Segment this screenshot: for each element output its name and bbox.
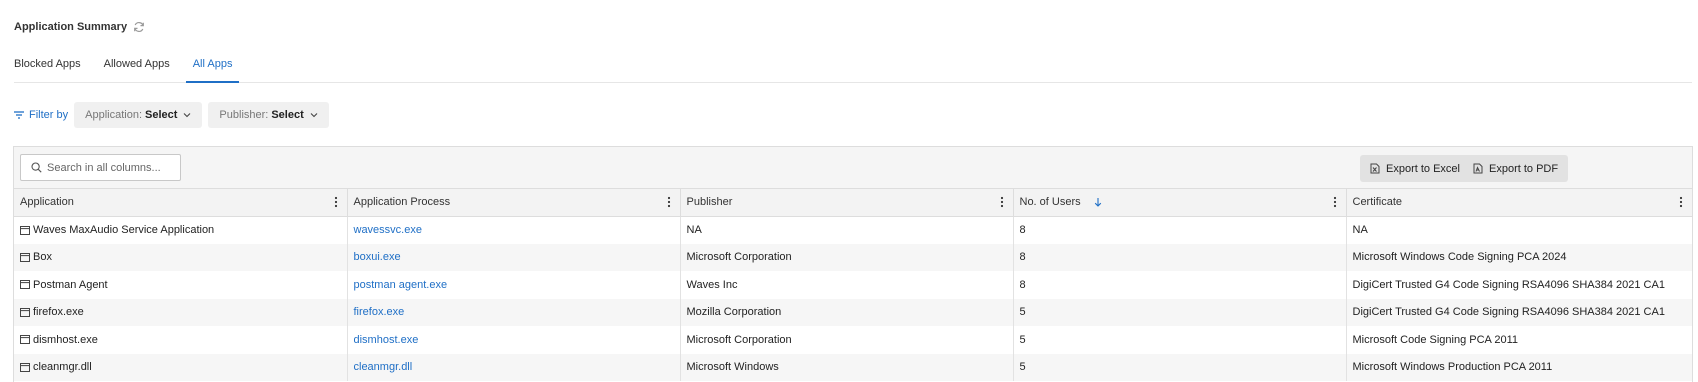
search-box	[20, 154, 181, 181]
filter-by-label: Filter by	[29, 109, 69, 121]
publisher-filter-dropdown[interactable]: Publisher: Select	[208, 102, 329, 128]
table-row[interactable]: Postman Agent postman agent.exe Waves In…	[14, 271, 1692, 299]
certificate-cell: DigiCert Trusted G4 Code Signing RSA4096…	[1352, 306, 1665, 319]
tab-allowed-apps[interactable]: Allowed Apps	[104, 57, 170, 83]
column-label: Application	[20, 196, 74, 209]
export-pdf-label: Export to PDF	[1489, 162, 1559, 175]
table-row[interactable]: firefox.exe firefox.exe Mozilla Corporat…	[14, 298, 1692, 326]
users-count-cell: 8	[1013, 271, 1347, 299]
window-icon	[20, 280, 30, 290]
certificate-cell: Microsoft Windows Production PCA 2011	[1352, 361, 1553, 374]
process-link[interactable]: cleanmgr.dll	[354, 361, 413, 373]
column-header-publisher[interactable]: Publisher	[680, 189, 1014, 217]
column-menu-icon[interactable]	[1330, 196, 1340, 208]
publisher-cell: Microsoft Corporation	[680, 243, 1014, 271]
application-name: Box	[33, 251, 52, 264]
certificate-cell: DigiCert Trusted G4 Code Signing RSA4096…	[1352, 278, 1665, 291]
table-row[interactable]: cleanmgr.dll cleanmgr.dll Microsoft Wind…	[14, 353, 1692, 381]
search-input[interactable]	[47, 161, 172, 174]
column-menu-icon[interactable]	[664, 196, 674, 208]
table-header-row: Application Application Process Publishe…	[14, 189, 1692, 217]
sort-descending-icon[interactable]	[1094, 197, 1102, 208]
tab-all-apps[interactable]: All Apps	[185, 57, 240, 83]
column-header-application-process[interactable]: Application Process	[347, 189, 681, 217]
process-link[interactable]: wavessvc.exe	[354, 224, 422, 236]
pdf-file-icon	[1473, 163, 1483, 174]
grid-toolbar: Export to Excel Export to PDF	[14, 147, 1692, 189]
applications-table: Application Application Process Publishe…	[14, 189, 1692, 381]
application-name: Postman Agent	[33, 278, 108, 291]
export-excel-button[interactable]: Export to Excel	[1360, 155, 1470, 182]
refresh-icon[interactable]	[133, 21, 145, 33]
chevron-down-icon	[310, 111, 318, 119]
certificate-cell: Microsoft Code Signing PCA 2011	[1352, 333, 1519, 346]
filter-icon	[13, 110, 25, 120]
window-icon	[20, 225, 30, 235]
publisher-cell: NA	[680, 216, 1014, 244]
application-filter-label: Application:	[85, 109, 142, 121]
column-label: Application Process	[353, 196, 451, 209]
filter-by-button[interactable]: Filter by	[13, 109, 68, 121]
column-label: Publisher	[686, 196, 733, 209]
certificate-cell: NA	[1352, 224, 1368, 236]
column-label: Certificate	[1352, 196, 1403, 209]
column-header-application[interactable]: Application	[14, 189, 348, 217]
process-link[interactable]: dismhost.exe	[354, 334, 419, 346]
publisher-cell: Microsoft Windows	[680, 353, 1014, 381]
window-icon	[20, 362, 30, 372]
column-header-certificate[interactable]: Certificate	[1346, 189, 1692, 217]
publisher-cell: Microsoft Corporation	[680, 326, 1014, 354]
column-label: No. of Users	[1019, 196, 1081, 209]
column-menu-icon[interactable]	[997, 196, 1007, 208]
export-excel-label: Export to Excel	[1386, 162, 1460, 175]
users-count-cell: 5	[1013, 353, 1347, 381]
chevron-down-icon	[183, 111, 191, 119]
application-name: firefox.exe	[33, 306, 84, 319]
table-row[interactable]: dismhost.exe dismhost.exe Microsoft Corp…	[14, 326, 1692, 354]
publisher-filter-label: Publisher:	[219, 109, 269, 121]
users-count-cell: 5	[1013, 298, 1347, 326]
users-count-cell: 5	[1013, 326, 1347, 354]
window-icon	[20, 252, 30, 262]
page-header: Application Summary	[14, 21, 145, 33]
column-header-no-of-users[interactable]: No. of Users	[1013, 189, 1347, 217]
filter-bar: Filter by Application: Select Publisher:…	[13, 102, 335, 128]
applications-grid: Export to Excel Export to PDF Applicatio…	[13, 146, 1693, 382]
process-link[interactable]: boxui.exe	[354, 251, 401, 263]
tab-bar: Blocked Apps Allowed Apps All Apps	[14, 57, 1692, 83]
publisher-cell: Mozilla Corporation	[680, 298, 1014, 326]
application-name: cleanmgr.dll	[33, 361, 92, 374]
table-row[interactable]: Waves MaxAudio Service Application waves…	[14, 216, 1692, 244]
page-title: Application Summary	[14, 21, 128, 33]
publisher-filter-value: Select	[271, 109, 304, 121]
publisher-cell: Waves Inc	[680, 271, 1014, 299]
users-count-cell: 8	[1013, 216, 1347, 244]
application-name: Waves MaxAudio Service Application	[33, 224, 215, 236]
export-pdf-button[interactable]: Export to PDF	[1463, 155, 1569, 182]
column-menu-icon[interactable]	[331, 196, 341, 208]
search-icon	[31, 162, 42, 173]
application-filter-dropdown[interactable]: Application: Select	[74, 102, 203, 128]
certificate-cell: Microsoft Windows Code Signing PCA 2024	[1352, 251, 1567, 264]
column-menu-icon[interactable]	[1676, 196, 1686, 208]
excel-file-icon	[1370, 163, 1380, 174]
users-count-cell: 8	[1013, 243, 1347, 271]
window-icon	[20, 335, 30, 345]
process-link[interactable]: firefox.exe	[354, 306, 405, 318]
application-filter-value: Select	[145, 109, 178, 121]
table-row[interactable]: Box boxui.exe Microsoft Corporation 8 Mi…	[14, 243, 1692, 271]
tab-blocked-apps[interactable]: Blocked Apps	[14, 57, 81, 83]
process-link[interactable]: postman agent.exe	[354, 279, 448, 291]
window-icon	[20, 307, 30, 317]
application-name: dismhost.exe	[33, 333, 98, 346]
